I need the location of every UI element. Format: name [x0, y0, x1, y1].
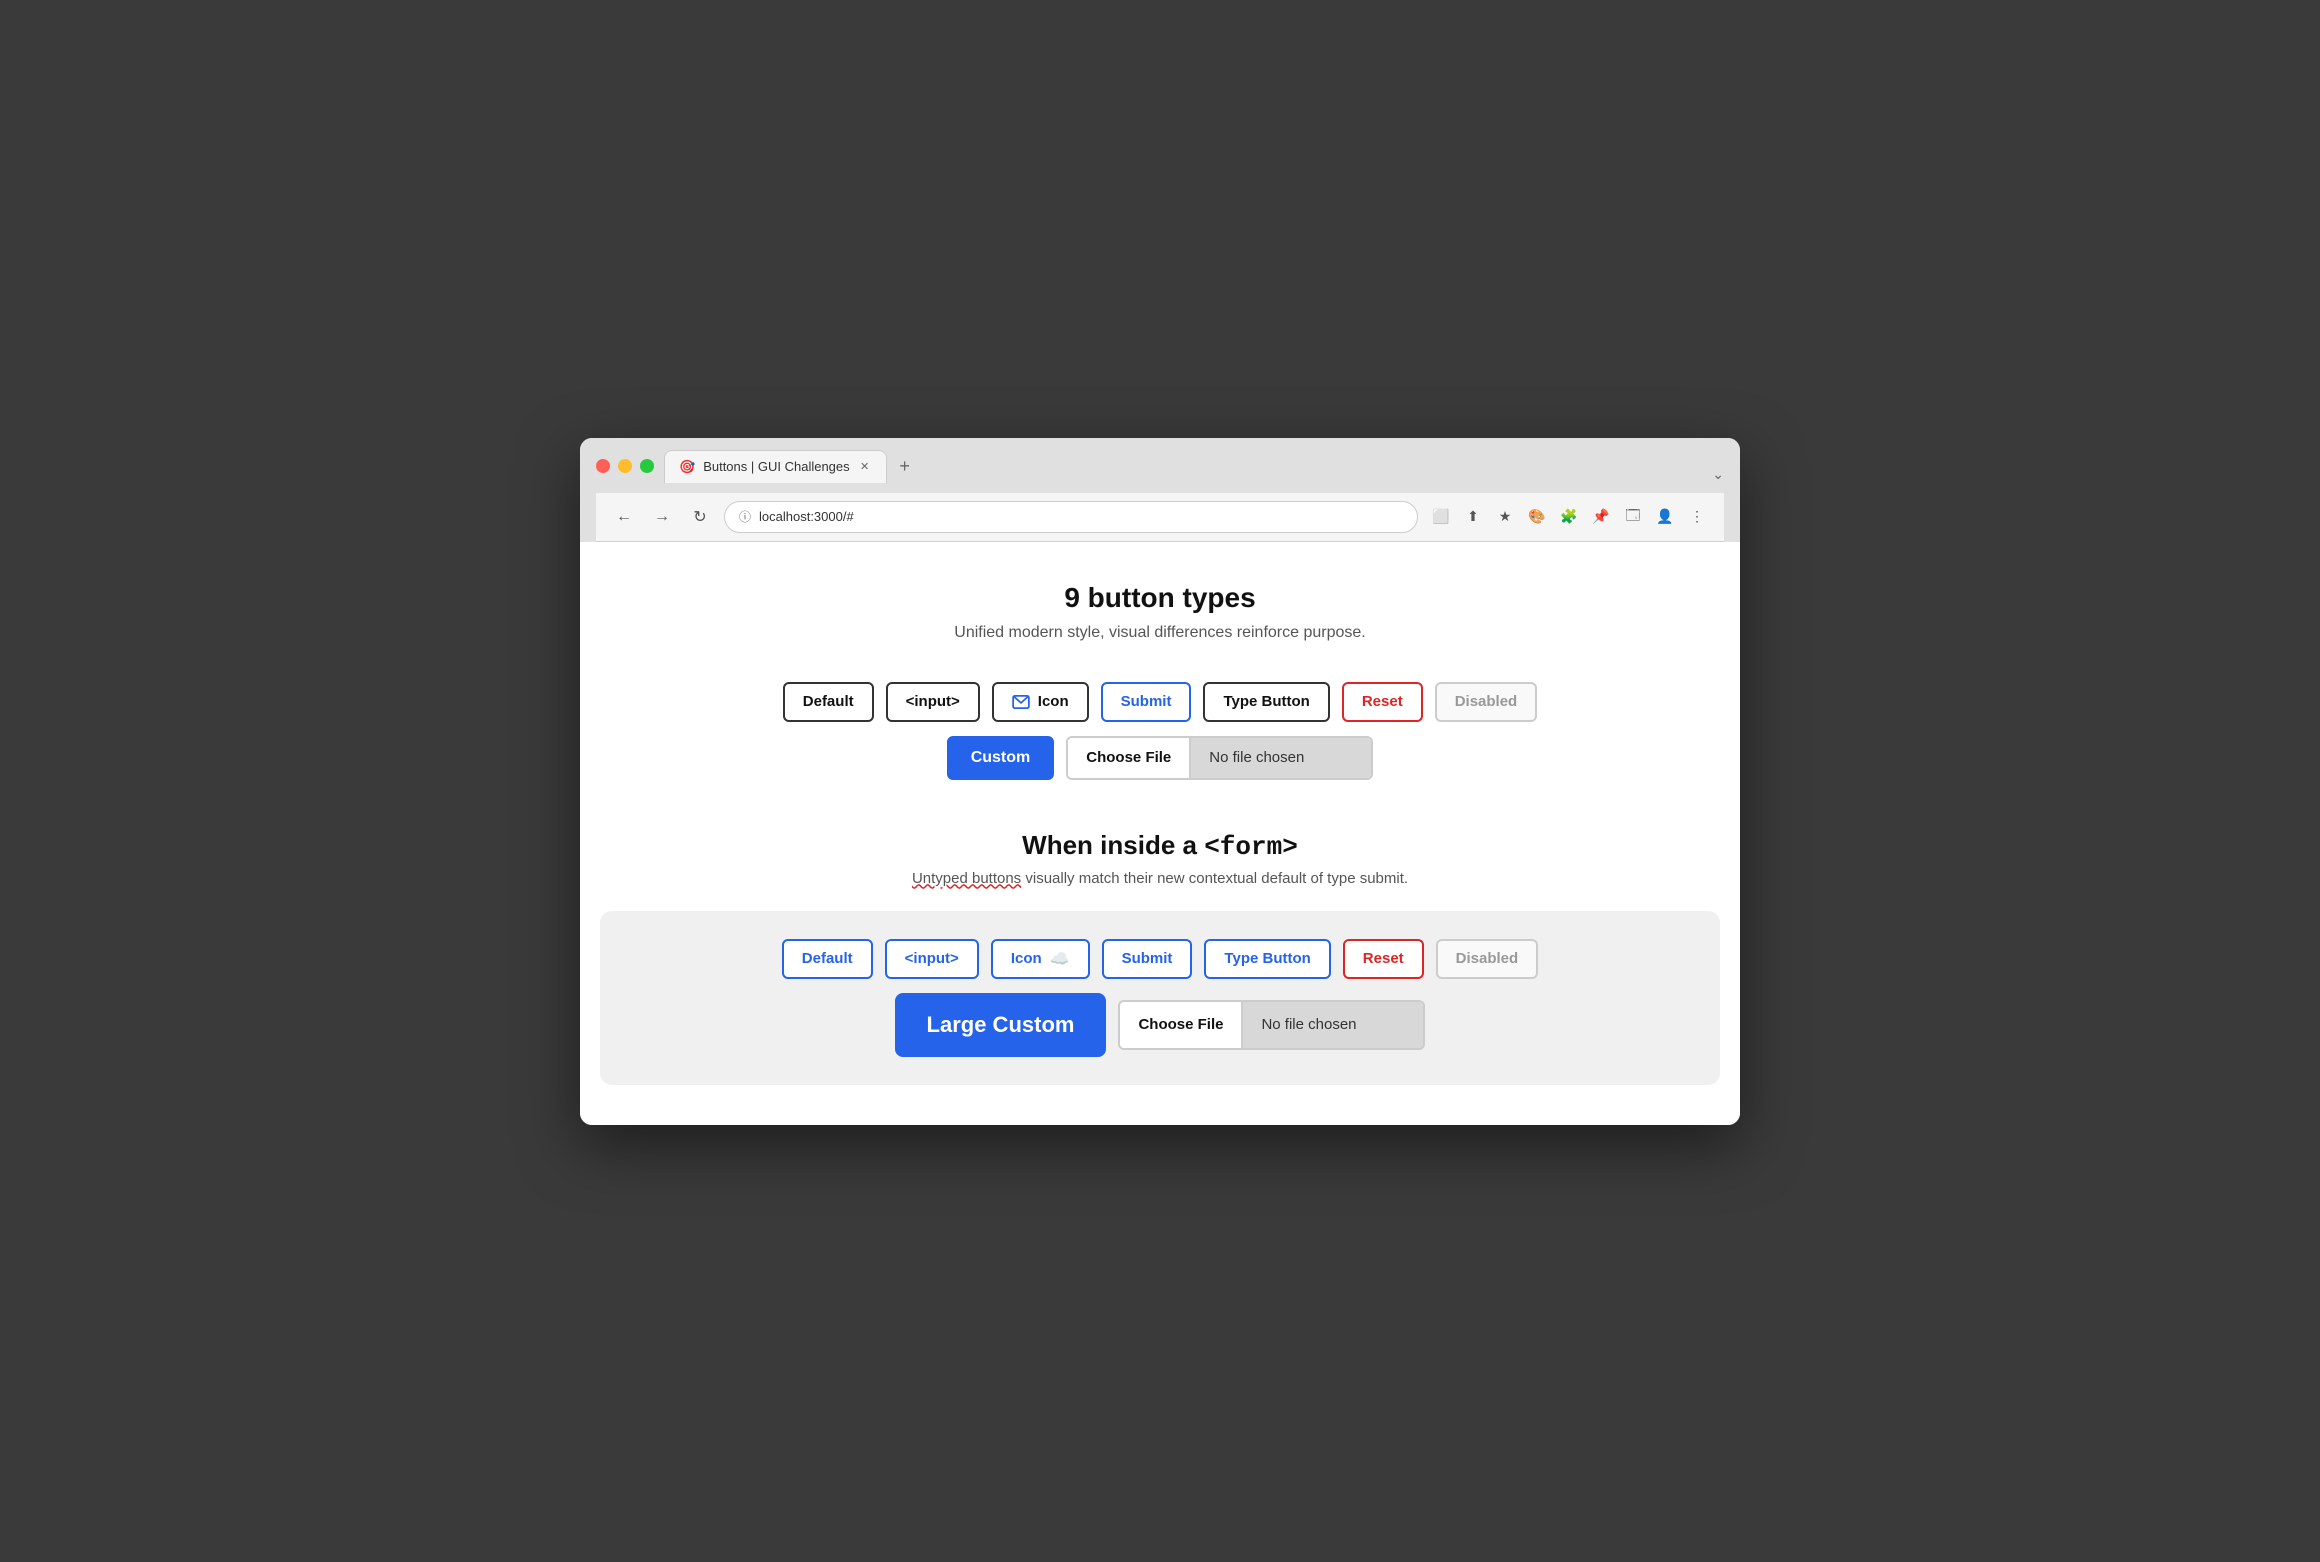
untyped-buttons-text: Untyped buttons	[912, 870, 1021, 887]
browser-tab[interactable]: 🎯 Buttons | GUI Challenges ✕	[664, 450, 887, 483]
form-button-row-2: Large Custom Choose File No file chosen	[624, 993, 1696, 1057]
choose-file-button[interactable]: Choose File	[1068, 738, 1191, 778]
file-input-wrapper: Choose File No file chosen	[1066, 736, 1373, 780]
form-no-file-chosen-text: No file chosen	[1243, 1002, 1423, 1048]
section-2-subtitle: Untyped buttons visually match their new…	[600, 870, 1720, 887]
menu-icon[interactable]: ⋮	[1684, 504, 1710, 530]
cloud-icon: ☁️	[1050, 949, 1070, 969]
browser-window: 🎯 Buttons | GUI Challenges ✕ + ⌄ ← → ↻ ⓘ…	[580, 438, 1740, 1125]
mail-icon	[1012, 695, 1030, 709]
disabled-button: Disabled	[1435, 682, 1538, 722]
button-row-2: Custom Choose File No file chosen	[600, 736, 1720, 780]
share-icon[interactable]: ⬆	[1460, 504, 1486, 530]
browser-navbar: ← → ↻ ⓘ localhost:3000/# ⬜ ⬆ ★ 🎨 🧩 📌 🗔 👤…	[596, 493, 1724, 542]
section-2-subtitle-cont: visually match their new contextual defa…	[1021, 870, 1408, 887]
button-row-1: Default <input> Icon Submit Type Button …	[600, 682, 1720, 722]
form-input-button[interactable]: <input>	[885, 939, 979, 979]
page-title: 9 button types	[600, 582, 1720, 614]
section-2-title-code: <form>	[1204, 832, 1298, 862]
forward-button[interactable]: →	[648, 503, 676, 531]
reset-button[interactable]: Reset	[1342, 682, 1423, 722]
form-icon-label: Icon	[1011, 950, 1042, 967]
extensions-icon[interactable]: 🧩	[1556, 504, 1582, 530]
tab-chevron-icon[interactable]: ⌄	[1712, 466, 1724, 483]
default-button[interactable]: Default	[783, 682, 874, 722]
form-section: Default <input> Icon ☁️ Submit Type Butt…	[600, 911, 1720, 1085]
tab-favicon: 🎯	[679, 459, 695, 475]
form-file-input-wrapper: Choose File No file chosen	[1118, 1000, 1425, 1050]
section-2: When inside a <form> Untyped buttons vis…	[600, 830, 1720, 1085]
traffic-light-yellow[interactable]	[618, 459, 632, 473]
profile-icon[interactable]: 👤	[1652, 504, 1678, 530]
form-default-button[interactable]: Default	[782, 939, 873, 979]
tab-bar: 🎯 Buttons | GUI Challenges ✕ + ⌄	[664, 450, 1724, 483]
address-bar[interactable]: ⓘ localhost:3000/#	[724, 501, 1418, 533]
form-type-button[interactable]: Type Button	[1204, 939, 1330, 979]
traffic-light-green[interactable]	[640, 459, 654, 473]
section-2-title: When inside a <form>	[600, 830, 1720, 862]
no-file-chosen-text: No file chosen	[1191, 738, 1371, 778]
page-header: 9 button types Unified modern style, vis…	[600, 582, 1720, 642]
browser-toolbar: ⬜ ⬆ ★ 🎨 🧩 📌 🗔 👤 ⋮	[1428, 504, 1710, 530]
back-button[interactable]: ←	[610, 503, 638, 531]
sidebar-icon[interactable]: 🗔	[1620, 504, 1646, 530]
url-text: localhost:3000/#	[759, 509, 854, 524]
reload-button[interactable]: ↻	[686, 503, 714, 531]
section-2-title-text: When inside a	[1022, 830, 1204, 860]
custom-button[interactable]: Custom	[947, 736, 1055, 780]
pin-icon[interactable]: 📌	[1588, 504, 1614, 530]
traffic-lights	[596, 459, 654, 473]
submit-button[interactable]: Submit	[1101, 682, 1192, 722]
tab-close-button[interactable]: ✕	[858, 460, 872, 474]
secure-icon: ⓘ	[739, 508, 751, 525]
form-submit-button[interactable]: Submit	[1102, 939, 1193, 979]
form-choose-file-button[interactable]: Choose File	[1120, 1002, 1243, 1048]
external-link-icon[interactable]: ⬜	[1428, 504, 1454, 530]
bookmark-icon[interactable]: ★	[1492, 504, 1518, 530]
form-reset-button[interactable]: Reset	[1343, 939, 1424, 979]
type-button-button[interactable]: Type Button	[1203, 682, 1329, 722]
new-tab-button[interactable]: +	[891, 453, 919, 481]
page-content: 9 button types Unified modern style, vis…	[580, 542, 1740, 1125]
icon-button[interactable]: Icon	[992, 682, 1089, 722]
form-button-row-1: Default <input> Icon ☁️ Submit Type Butt…	[624, 939, 1696, 979]
page-subtitle: Unified modern style, visual differences…	[600, 624, 1720, 642]
tab-title: Buttons | GUI Challenges	[703, 459, 849, 474]
form-icon-button[interactable]: Icon ☁️	[991, 939, 1090, 979]
input-button[interactable]: <input>	[886, 682, 980, 722]
browser-titlebar: 🎯 Buttons | GUI Challenges ✕ + ⌄ ← → ↻ ⓘ…	[580, 438, 1740, 542]
large-custom-button[interactable]: Large Custom	[895, 993, 1107, 1057]
traffic-light-red[interactable]	[596, 459, 610, 473]
form-disabled-button: Disabled	[1436, 939, 1539, 979]
extension-color-icon[interactable]: 🎨	[1524, 504, 1550, 530]
titlebar-top: 🎯 Buttons | GUI Challenges ✕ + ⌄	[596, 450, 1724, 483]
section-1: Default <input> Icon Submit Type Button …	[600, 682, 1720, 780]
